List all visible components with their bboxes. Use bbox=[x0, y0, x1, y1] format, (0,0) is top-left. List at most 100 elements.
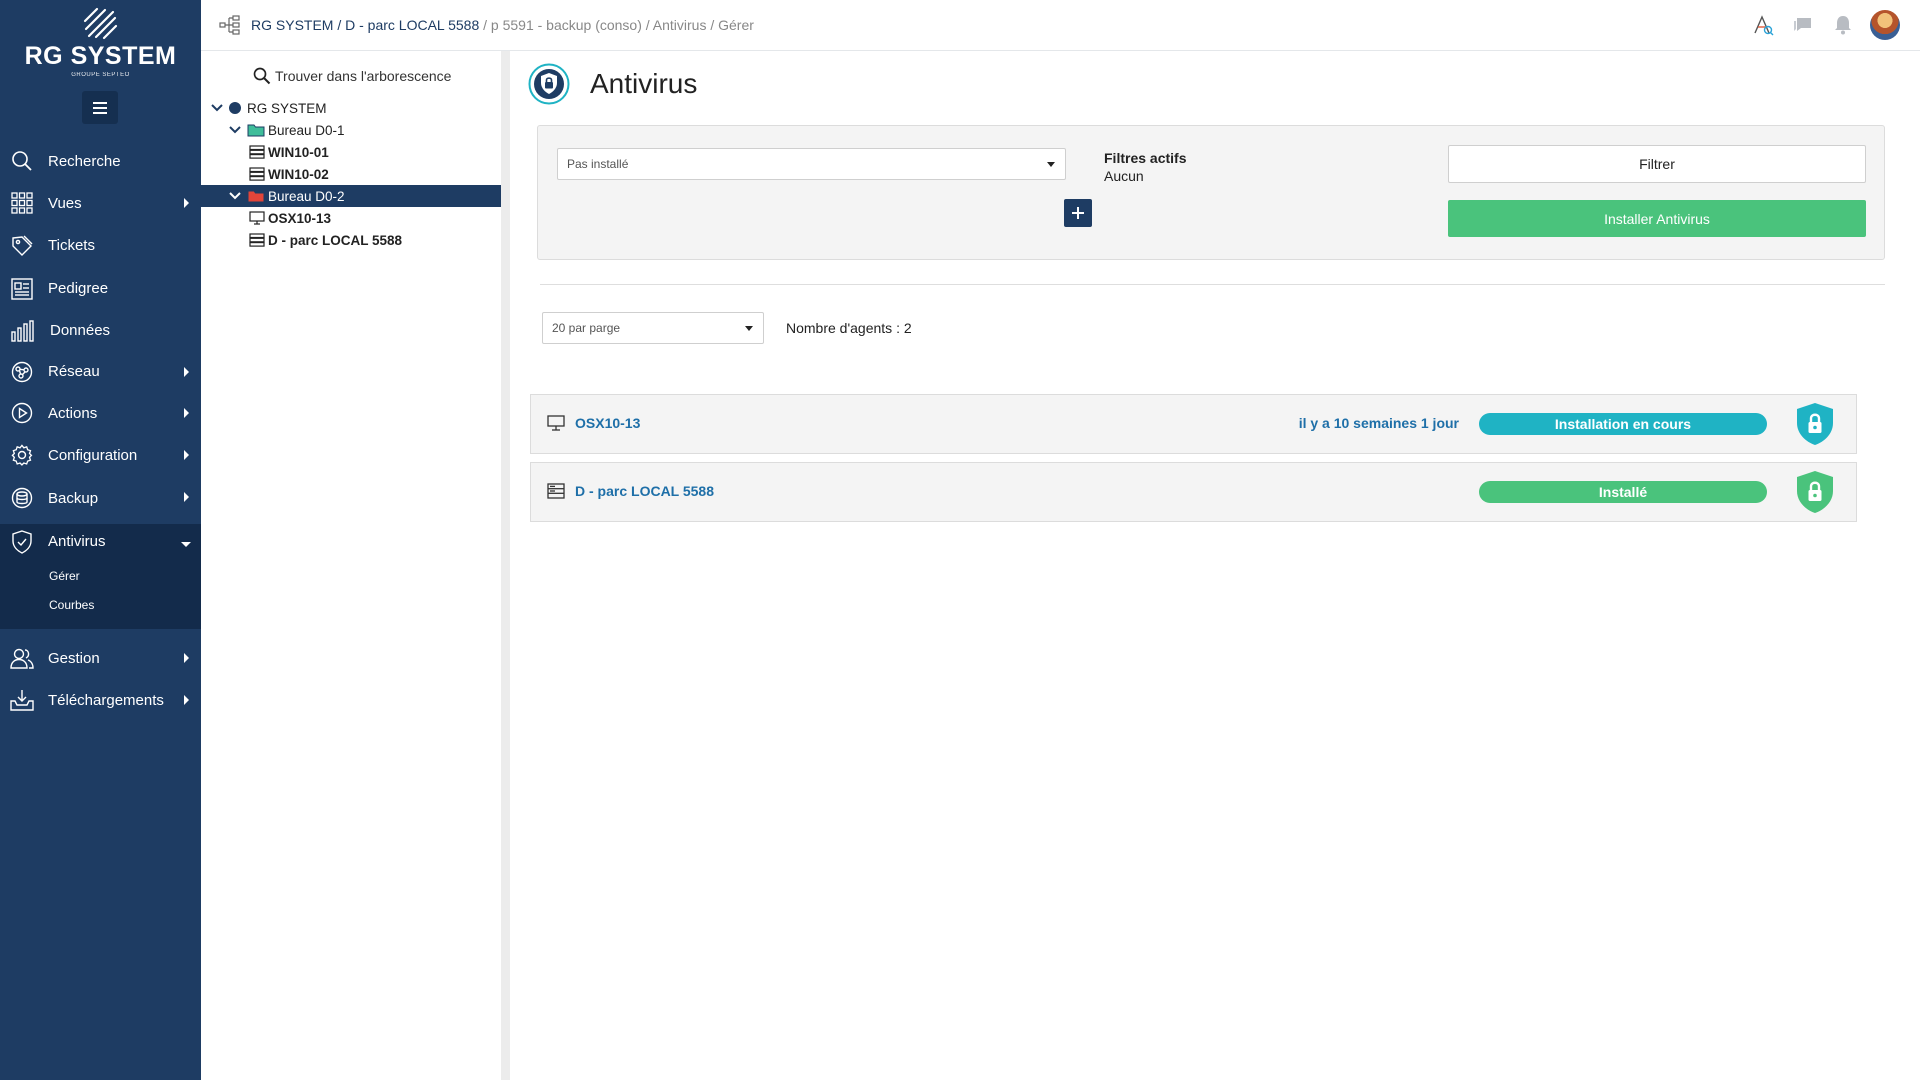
submenu-item-courbes[interactable]: Courbes bbox=[0, 590, 201, 619]
logo-mark-icon bbox=[83, 7, 117, 40]
caret-down-icon bbox=[1047, 162, 1055, 167]
sidebar-item-donnees[interactable]: Données bbox=[0, 310, 201, 351]
sidebar-item-configuration[interactable]: Configuration bbox=[0, 434, 201, 476]
sidebar-item-gestion[interactable]: Gestion bbox=[0, 637, 201, 679]
tree-search[interactable]: Trouver dans l'arborescence bbox=[253, 67, 451, 85]
tree-node-agent[interactable]: WIN10-01 bbox=[201, 141, 501, 163]
chevron-down-icon[interactable] bbox=[229, 190, 241, 202]
caret-right-icon bbox=[184, 367, 189, 377]
active-filters-title: Filtres actifs bbox=[1104, 150, 1187, 166]
tree-node-root[interactable]: RG SYSTEM bbox=[201, 97, 501, 119]
page-header: Antivirus bbox=[528, 63, 697, 105]
antivirus-lock-icon bbox=[528, 63, 570, 105]
tree-node-agent[interactable]: D - parc LOCAL 5588 bbox=[201, 229, 501, 251]
hamburger-icon bbox=[93, 101, 107, 114]
folder-icon bbox=[247, 190, 265, 203]
status-badge: Installé bbox=[1479, 481, 1767, 503]
bell-icon[interactable] bbox=[1830, 12, 1856, 38]
agents-count: Nombre d'agents : 2 bbox=[786, 320, 912, 336]
tree-node-label: D - parc LOCAL 5588 bbox=[268, 232, 403, 248]
tree-node-folder-selected[interactable]: Bureau D0-2 bbox=[201, 185, 501, 207]
remote-access-icon[interactable] bbox=[1750, 12, 1776, 38]
server-icon bbox=[249, 145, 265, 159]
logo[interactable]: RG SYSTEM GROUPE SEPTEO bbox=[0, 6, 201, 82]
agent-row: OSX10-13 il y a 10 semaines 1 jour Insta… bbox=[530, 394, 1857, 454]
caret-down-icon bbox=[745, 326, 753, 331]
sidebar-item-label: Gestion bbox=[48, 649, 100, 667]
agent-last-seen: il y a 10 semaines 1 jour bbox=[1298, 415, 1459, 431]
tree-node-agent[interactable]: WIN10-02 bbox=[201, 163, 501, 185]
tree-node-label: OSX10-13 bbox=[268, 210, 332, 226]
download-tray-icon bbox=[10, 688, 34, 712]
agent-name-link[interactable]: OSX10-13 bbox=[575, 415, 640, 431]
users-icon bbox=[10, 646, 34, 670]
status-dot-icon bbox=[229, 102, 241, 114]
breadcrumb: RG SYSTEM / D - parc LOCAL 5588 / p 5591… bbox=[251, 17, 754, 33]
search-icon bbox=[10, 149, 34, 173]
plus-icon bbox=[1072, 207, 1084, 219]
breadcrumb-root-link[interactable]: RG SYSTEM / D - parc LOCAL 5588 bbox=[251, 17, 479, 33]
sidebar-item-label: Tickets bbox=[48, 237, 95, 254]
sidebar-item-backup[interactable]: Backup bbox=[0, 476, 201, 520]
add-filter-button[interactable] bbox=[1064, 199, 1092, 227]
sidebar-item-telechargements[interactable]: Téléchargements bbox=[0, 679, 201, 721]
sidebar-item-label: Données bbox=[50, 322, 111, 339]
logo-text: RG SYSTEM bbox=[24, 42, 177, 70]
tree-search-label: Trouver dans l'arborescence bbox=[275, 68, 452, 84]
database-icon bbox=[10, 486, 34, 510]
sidebar-item-tickets[interactable]: Tickets bbox=[0, 224, 201, 267]
monitor-icon bbox=[547, 415, 565, 431]
divider bbox=[540, 284, 1885, 285]
chevron-down-icon[interactable] bbox=[211, 102, 223, 114]
shield-check-icon bbox=[10, 529, 34, 554]
agent-row: D - parc LOCAL 5588 Installé bbox=[530, 462, 1857, 522]
tree-panel-splitter[interactable] bbox=[501, 51, 510, 1080]
server-icon bbox=[547, 483, 565, 499]
tree-node-folder[interactable]: Bureau D0-1 bbox=[201, 119, 501, 141]
sidebar-item-label: Vues bbox=[48, 194, 82, 212]
breadcrumb-trail: / p 5591 - backup (conso) / Antivirus / … bbox=[479, 17, 754, 33]
tree-node-label: WIN10-02 bbox=[268, 166, 329, 182]
tree: RG SYSTEM Bureau D0-1 WIN10-01 WIN10-02 … bbox=[201, 97, 501, 251]
user-avatar[interactable] bbox=[1870, 10, 1900, 40]
status-badge: Installation en cours bbox=[1479, 413, 1767, 435]
filter-button[interactable]: Filtrer bbox=[1448, 145, 1866, 183]
sidebar-item-antivirus[interactable]: Antivirus bbox=[0, 524, 201, 559]
sidebar-item-label: Antivirus bbox=[48, 533, 106, 550]
caret-right-icon bbox=[184, 492, 189, 502]
sidebar-item-label: Actions bbox=[48, 404, 98, 422]
sidebar-item-label: Pedigree bbox=[48, 280, 109, 297]
sidebar-item-reseau[interactable]: Réseau bbox=[0, 351, 201, 392]
tag-icon bbox=[10, 234, 34, 258]
bar-chart-icon bbox=[10, 319, 34, 343]
tree-node-agent[interactable]: OSX10-13 bbox=[201, 207, 501, 229]
tree-structure-icon[interactable] bbox=[219, 15, 241, 35]
logo-subtext: GROUPE SEPTEO bbox=[71, 72, 130, 78]
messages-icon[interactable] bbox=[1790, 12, 1816, 38]
sidebar-item-actions[interactable]: Actions bbox=[0, 392, 201, 434]
agent-name-link[interactable]: D - parc LOCAL 5588 bbox=[575, 483, 714, 499]
shield-lock-icon[interactable] bbox=[1794, 401, 1836, 447]
sidebar-item-pedigree[interactable]: Pedigree bbox=[0, 267, 201, 310]
sidebar: RG SYSTEM GROUPE SEPTEO Recherche Vues T… bbox=[0, 0, 201, 1080]
status-filter-select[interactable]: Pas installé bbox=[557, 148, 1066, 180]
menu-toggle-button[interactable] bbox=[82, 91, 118, 124]
per-page-select[interactable]: 20 par parge bbox=[542, 312, 764, 344]
id-card-icon bbox=[10, 277, 34, 301]
sidebar-item-vues[interactable]: Vues bbox=[0, 182, 201, 224]
install-antivirus-button[interactable]: Installer Antivirus bbox=[1448, 200, 1866, 237]
sidebar-item-label: Recherche bbox=[48, 152, 121, 170]
caret-right-icon bbox=[184, 653, 189, 663]
submenu-item-gerer[interactable]: Gérer bbox=[0, 561, 201, 590]
tree-node-label: Bureau D0-1 bbox=[268, 122, 345, 138]
caret-right-icon bbox=[184, 450, 189, 460]
sidebar-item-recherche[interactable]: Recherche bbox=[0, 140, 201, 182]
antivirus-submenu: Gérer Courbes bbox=[0, 559, 201, 629]
caret-right-icon bbox=[184, 695, 189, 705]
shield-lock-icon[interactable] bbox=[1794, 469, 1836, 515]
caret-down-icon bbox=[181, 542, 191, 547]
status-filter-value: Pas installé bbox=[567, 157, 629, 171]
sidebar-item-label: Configuration bbox=[48, 446, 138, 464]
caret-right-icon bbox=[184, 408, 189, 418]
chevron-down-icon[interactable] bbox=[229, 124, 241, 136]
